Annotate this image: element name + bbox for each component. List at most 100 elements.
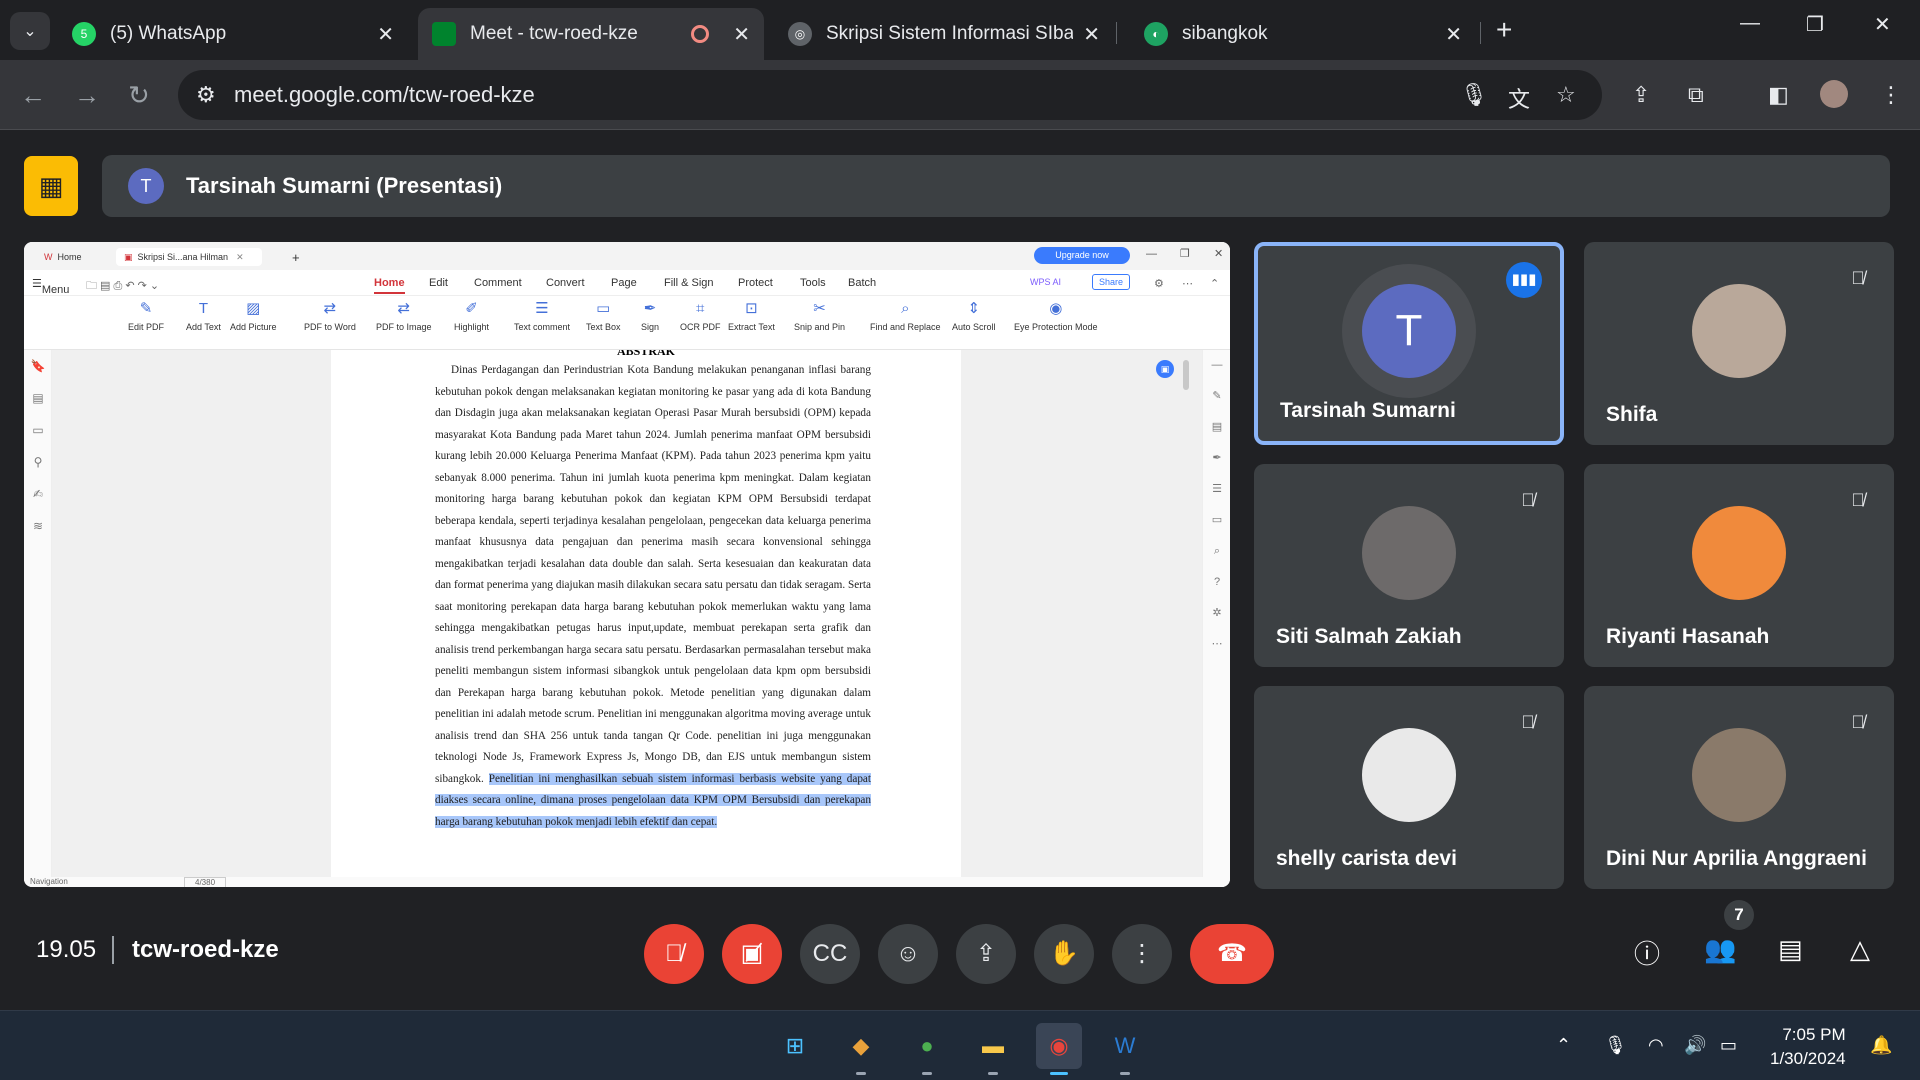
participant-tile[interactable]: 🎙̸ Siti Salmah Zakiah xyxy=(1254,464,1564,667)
thumbnail-icon[interactable]: ▤ xyxy=(24,382,52,414)
restore-icon[interactable]: ❐ xyxy=(1806,12,1824,37)
participant-tile[interactable]: 🎙̸ Dini Nur Aprilia Anggraeni xyxy=(1584,686,1894,889)
close-tab-icon[interactable]: ✕ xyxy=(1083,22,1100,47)
minimize-icon[interactable]: — xyxy=(1146,248,1157,260)
battery-icon[interactable]: ▭ xyxy=(1720,1035,1737,1056)
navigation-toggle[interactable]: Navigation xyxy=(30,877,68,886)
help-icon[interactable]: ? xyxy=(1203,567,1230,598)
forward-icon[interactable]: → xyxy=(74,80,100,111)
tab-sibangkok[interactable]: ◐ sibangkok ✕ xyxy=(1130,8,1476,60)
close-tab-icon[interactable]: ✕ xyxy=(733,22,750,47)
presentation-icon[interactable]: ▦ xyxy=(24,156,78,216)
system-clock[interactable]: 7:05 PM 1/30/2024 xyxy=(1770,1023,1846,1071)
layers-icon[interactable]: ≋ xyxy=(24,510,52,542)
camera-off-icon[interactable]: ▣̸ xyxy=(722,924,782,984)
tray-overflow-icon[interactable]: ⌃ xyxy=(1556,1035,1571,1056)
tab-skripsi[interactable]: ◎ Skripsi Sistem Informasi SIbang ✕ xyxy=(774,8,1114,60)
floating-tool-icon[interactable]: ▣ xyxy=(1156,360,1174,378)
menu-home[interactable]: Home xyxy=(374,277,405,294)
collapse-icon[interactable]: — xyxy=(1203,350,1230,381)
more-icon[interactable]: ⋯ xyxy=(1182,277,1193,290)
text-box-button[interactable]: ▭ Text Box xyxy=(586,300,621,332)
activities-icon[interactable]: △ xyxy=(1850,934,1870,965)
minimize-icon[interactable]: — xyxy=(1740,12,1760,35)
more-icon[interactable]: ⋯ xyxy=(1203,629,1230,660)
menu-protect[interactable]: Protect xyxy=(738,277,773,289)
restore-icon[interactable]: ❐ xyxy=(1180,247,1190,260)
close-tab-icon[interactable]: ✕ xyxy=(377,22,394,47)
pdf-to-image-button[interactable]: ⇄ PDF to Image xyxy=(376,300,432,332)
wps-new-tab-button[interactable]: + xyxy=(284,248,308,266)
add-picture-button[interactable]: ▨ Add Picture xyxy=(230,300,277,332)
upgrade-button[interactable]: Upgrade now xyxy=(1034,247,1130,264)
mongodb-compass-icon[interactable]: ● xyxy=(904,1023,950,1075)
new-tab-button[interactable]: + xyxy=(1496,14,1512,46)
participant-tile[interactable]: 🎙̸ shelly carista devi xyxy=(1254,686,1564,889)
document-icon[interactable]: ▤ xyxy=(1203,412,1230,443)
extensions-icon[interactable]: ⧉ xyxy=(1688,82,1704,108)
highlight-button[interactable]: ✐ Highlight xyxy=(454,300,489,332)
tab-meet[interactable]: Meet - tcw-roed-kze ✕ xyxy=(418,8,764,60)
browser-menu-icon[interactable]: ⋮ xyxy=(1880,82,1902,108)
present-screen-icon[interactable]: ⇪ xyxy=(956,924,1016,984)
document-area[interactable]: ABSTRAK Dinas Perdagangan dan Perindustr… xyxy=(52,350,1202,877)
edit-icon[interactable]: ✎ xyxy=(1203,381,1230,412)
wps-home-tab[interactable]: W Home xyxy=(36,248,90,266)
file-explorer-icon[interactable]: ▬ xyxy=(970,1023,1016,1075)
meeting-info-icon[interactable]: ⓘ xyxy=(1634,934,1660,971)
menu-convert[interactable]: Convert xyxy=(546,277,585,289)
microphone-icon[interactable]: 🎙 xyxy=(1604,1035,1627,1056)
comment-icon[interactable]: ▭ xyxy=(24,414,52,446)
participant-tile[interactable]: 🎙̸ Shifa xyxy=(1584,242,1894,445)
close-window-icon[interactable]: ✕ xyxy=(1214,247,1223,260)
wps-ai-button[interactable]: WPS AI xyxy=(1030,277,1061,287)
menu-tools[interactable]: Tools xyxy=(800,277,826,289)
profile-avatar[interactable] xyxy=(1820,80,1848,108)
people-icon[interactable]: 👥 xyxy=(1704,934,1736,965)
word-icon[interactable]: W xyxy=(1102,1023,1148,1075)
volume-icon[interactable]: 🔊 xyxy=(1684,1035,1706,1056)
close-window-icon[interactable]: ✕ xyxy=(1874,12,1891,37)
extension-share-icon[interactable]: ⇪ xyxy=(1632,82,1650,108)
captions-icon[interactable]: CC xyxy=(800,924,860,984)
extract-text-button[interactable]: ⊡ Extract Text xyxy=(728,300,775,332)
tab-whatsapp[interactable]: 5 (5) WhatsApp ✕ xyxy=(58,8,408,60)
page-number-field[interactable]: 4/380 xyxy=(184,877,227,887)
outline-icon[interactable]: ☰ xyxy=(1203,474,1230,505)
mic-off-icon[interactable]: 🎙̸ xyxy=(644,924,704,984)
close-tab-icon[interactable]: ✕ xyxy=(1445,22,1462,47)
find-replace-button[interactable]: ⌕ Find and Replace xyxy=(870,300,941,332)
page-icon[interactable]: ▭ xyxy=(1203,505,1230,536)
leave-call-icon[interactable]: ☎ xyxy=(1190,924,1274,984)
eye-protection-button[interactable]: ◉ Eye Protection Mode xyxy=(1014,300,1098,332)
wps-doc-tab[interactable]: ▣ Skripsi Si...ana Hilman ✕ xyxy=(116,248,262,266)
pen-icon[interactable]: ✒ xyxy=(1203,443,1230,474)
zoom-icon[interactable]: ⌕ xyxy=(1203,536,1230,567)
text-comment-button[interactable]: ☰ Text comment xyxy=(514,300,570,332)
sign-button[interactable]: ✒ Sign xyxy=(640,300,660,332)
settings-icon[interactable]: ✲ xyxy=(1203,598,1230,629)
chat-icon[interactable]: ▤ xyxy=(1778,934,1803,965)
auto-scroll-button[interactable]: ⇕ Auto Scroll xyxy=(952,300,996,332)
collapse-ribbon-icon[interactable]: ⌃ xyxy=(1210,277,1219,290)
ocr-pdf-button[interactable]: ⌗ OCR PDF xyxy=(680,300,721,332)
bookmark-icon[interactable]: 🔖 xyxy=(24,350,52,382)
more-options-icon[interactable]: ⋮ xyxy=(1112,924,1172,984)
address-bar[interactable]: ⚙ meet.google.com/tcw-roed-kze 🎙 文 ☆ xyxy=(178,70,1602,120)
edit-pdf-button[interactable]: ✎ Edit PDF xyxy=(128,300,164,332)
settings-icon[interactable]: ⚙ xyxy=(1154,277,1164,290)
wps-menu-button[interactable]: ☰ Menu xyxy=(32,277,69,296)
menu-page[interactable]: Page xyxy=(611,277,637,289)
attachment-icon[interactable]: ⚲ xyxy=(24,446,52,478)
participant-tile[interactable]: 🎙̸ Riyanti Hasanah xyxy=(1584,464,1894,667)
reload-icon[interactable]: ↻ xyxy=(128,80,150,111)
signature-icon[interactable]: ✍ xyxy=(24,478,52,510)
share-button[interactable]: Share xyxy=(1092,274,1131,290)
microphone-icon[interactable]: 🎙 xyxy=(1460,82,1488,108)
add-text-button[interactable]: T Add Text xyxy=(186,300,221,332)
bookmark-star-icon[interactable]: ☆ xyxy=(1556,82,1576,108)
raise-hand-icon[interactable]: ✋ xyxy=(1034,924,1094,984)
participant-tile[interactable]: T ▮▮▮ Tarsinah Sumarni xyxy=(1254,242,1564,445)
menu-comment[interactable]: Comment xyxy=(474,277,522,289)
translate-icon[interactable]: 文 xyxy=(1508,82,1530,114)
